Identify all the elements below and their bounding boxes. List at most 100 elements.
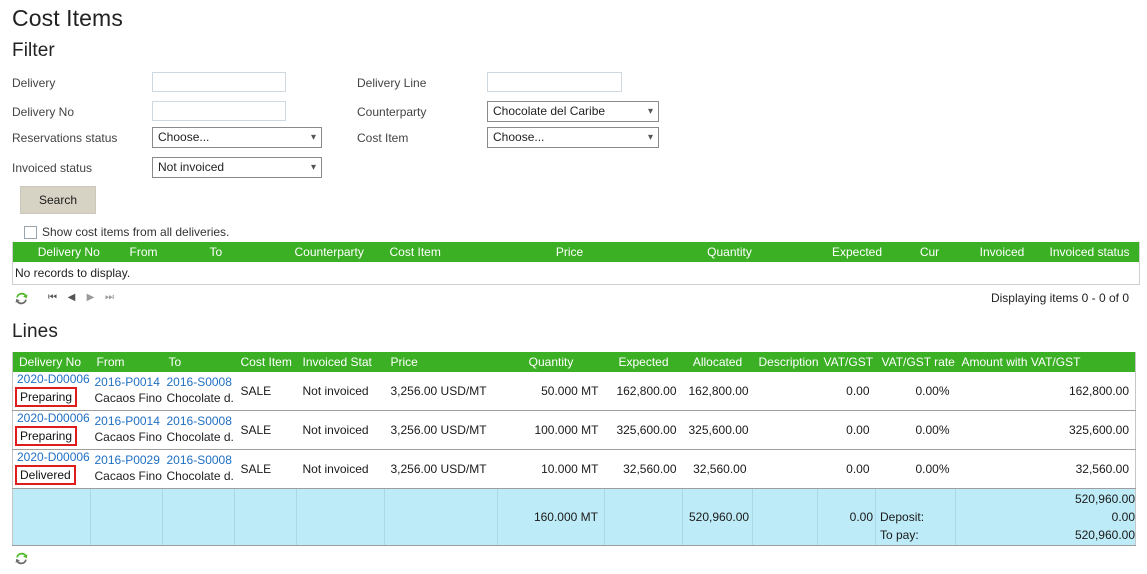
lines-col-to[interactable]: To [162, 352, 235, 372]
summary-blank-4 [234, 488, 297, 546]
chevron-down-icon: ▾ [310, 162, 316, 173]
cell-delivery-no[interactable]: 2020-D00006 Delivered [12, 449, 91, 489]
cell-quantity: 10.000 MT [497, 449, 605, 489]
chevron-down-icon: ▾ [310, 132, 316, 143]
lines-refresh-icon[interactable] [14, 551, 1137, 569]
search-button[interactable]: Search [20, 186, 97, 214]
lines-col-expected[interactable]: Expected [604, 352, 683, 372]
cell-cost-item: SALE [234, 410, 297, 450]
delivery-no-input[interactable] [152, 101, 286, 121]
cost-items-page: Cost Items Filter Delivery Delivery No R… [0, 5, 1147, 569]
pager-last-button[interactable]: ⏭ [100, 291, 119, 305]
table-row[interactable]: 2020-D00006 Preparing 2016-P0014 Cacaos … [12, 410, 1136, 450]
col-delivery-no[interactable]: Delivery No [12, 242, 125, 262]
col-cost-item[interactable]: Cost Item [384, 242, 495, 262]
lines-grid: Delivery No From To Cost Item Invoiced S… [12, 352, 1136, 546]
summary-quantity-total: 160.000 MT [497, 488, 605, 546]
cell-to[interactable]: 2016-S0008 Chocolate d... [162, 449, 235, 489]
delivery-no-link[interactable]: 2020-D00006 [13, 411, 91, 426]
delivery-no-link[interactable]: 2020-D00006 [13, 450, 91, 465]
delivery-line-input[interactable] [487, 72, 622, 92]
lines-col-delivery-no[interactable]: Delivery No [12, 352, 91, 372]
col-counterparty[interactable]: Counterparty [289, 242, 385, 262]
cell-to[interactable]: 2016-S0008 Chocolate d... [162, 410, 235, 450]
table-row[interactable]: 2020-D00006 Delivered 2016-P0029 Cacaos … [12, 449, 1136, 489]
cell-invoiced-status: Not invoiced [296, 410, 385, 450]
lines-col-amount-with-vat[interactable]: Amount with VAT/GST [955, 352, 1136, 372]
from-link[interactable]: 2016-P0029 [91, 453, 163, 468]
summary-allocated-total: 520,960.00 [682, 488, 753, 546]
from-link[interactable]: 2016-P0014 [91, 375, 163, 390]
cell-vat-gst: 0.00 [817, 410, 876, 450]
show-all-deliveries-label: Show cost items from all deliveries. [42, 225, 230, 239]
table-row[interactable]: 2020-D00006 Preparing 2016-P0014 Cacaos … [12, 372, 1136, 411]
to-link[interactable]: 2016-S0008 [163, 414, 235, 429]
lines-col-from[interactable]: From [90, 352, 163, 372]
summary-blank-7 [604, 488, 683, 546]
invoiced-status-value: Not invoiced [158, 160, 225, 174]
counterparty-select[interactable]: Chocolate del Caribe ▾ [487, 101, 659, 122]
refresh-icon[interactable] [14, 291, 29, 306]
lines-col-vat-gst-rate[interactable]: VAT/GST rate [875, 352, 956, 372]
pager-next-button[interactable]: ▶ [81, 291, 100, 305]
cell-expected: 325,600.00 [604, 410, 683, 450]
summary-labels-cell: Deposit: To pay: [875, 488, 956, 546]
col-invoiced[interactable]: Invoiced [959, 242, 1045, 262]
cell-expected: 162,800.00 [604, 372, 683, 411]
cell-allocated: 32,560.00 [682, 449, 753, 489]
no-records-message: No records to display. [12, 262, 1140, 285]
cell-vat-gst: 0.00 [817, 372, 876, 411]
cell-amount-with-vat: 162,800.00 [955, 372, 1136, 411]
deposit-label: Deposit: [880, 510, 925, 524]
filter-heading: Filter [12, 40, 55, 61]
to-link[interactable]: 2016-S0008 [163, 375, 235, 390]
delivery-no-link[interactable]: 2020-D00006 [13, 372, 91, 387]
cost-item-select[interactable]: Choose... ▾ [487, 127, 659, 148]
checkbox-icon[interactable] [24, 225, 37, 239]
lines-col-vat-gst[interactable]: VAT/GST [817, 352, 876, 372]
lines-col-price[interactable]: Price [384, 352, 498, 372]
lines-col-quantity[interactable]: Quantity [497, 352, 605, 372]
to-sub: Chocolate d... [166, 430, 235, 444]
show-all-deliveries-checkbox-row[interactable]: Show cost items from all deliveries. [24, 225, 1137, 239]
invoiced-status-select[interactable]: Not invoiced ▾ [152, 157, 322, 178]
summary-blank-6 [384, 488, 498, 546]
status-badge: Delivered [15, 465, 76, 485]
col-to[interactable]: To [204, 242, 290, 262]
from-sub: Cacaos Fino... [94, 469, 163, 483]
col-price[interactable]: Price [494, 242, 645, 262]
reservations-status-select[interactable]: Choose... ▾ [152, 127, 322, 148]
pager-count-label: Displaying items 0 - 0 of 0 [990, 291, 1129, 305]
cell-delivery-no[interactable]: 2020-D00006 Preparing [12, 410, 91, 450]
cell-from[interactable]: 2016-P0014 Cacaos Fino... [90, 372, 163, 411]
pager-first-button[interactable]: ⏮ [43, 291, 62, 305]
cell-to[interactable]: 2016-S0008 Chocolate d... [162, 372, 235, 411]
lines-col-description[interactable]: Description [752, 352, 818, 372]
to-link[interactable]: 2016-S0008 [163, 453, 235, 468]
summary-blank-3 [162, 488, 235, 546]
cell-from[interactable]: 2016-P0014 Cacaos Fino... [90, 410, 163, 450]
label-invoiced-status: Invoiced status [12, 161, 93, 175]
from-link[interactable]: 2016-P0014 [91, 414, 163, 429]
cell-price: 3,256.00 USD/MT [384, 449, 498, 489]
cell-description [752, 449, 818, 489]
lines-col-invoiced-status[interactable]: Invoiced Stat [296, 352, 385, 372]
to-pay-label: To pay: [880, 528, 919, 542]
col-quantity[interactable]: Quantity [644, 242, 815, 262]
delivery-input[interactable] [152, 72, 286, 92]
status-badge: Preparing [15, 387, 78, 407]
col-expected[interactable]: Expected [814, 242, 900, 262]
cell-quantity: 100.000 MT [497, 410, 605, 450]
pager-prev-button[interactable]: ◀ [62, 291, 81, 305]
col-cur[interactable]: Cur [899, 242, 960, 262]
lines-col-allocated[interactable]: Allocated [682, 352, 753, 372]
cell-expected: 32,560.00 [604, 449, 683, 489]
cell-from[interactable]: 2016-P0029 Cacaos Fino... [90, 449, 163, 489]
col-invoiced-status[interactable]: Invoiced status [1044, 242, 1140, 262]
cell-cost-item: SALE [234, 449, 297, 489]
col-from[interactable]: From [124, 242, 205, 262]
lines-heading: Lines [12, 321, 58, 342]
cell-delivery-no[interactable]: 2020-D00006 Preparing [12, 372, 91, 411]
cell-invoiced-status: Not invoiced [296, 449, 385, 489]
lines-col-cost-item[interactable]: Cost Item [234, 352, 297, 372]
